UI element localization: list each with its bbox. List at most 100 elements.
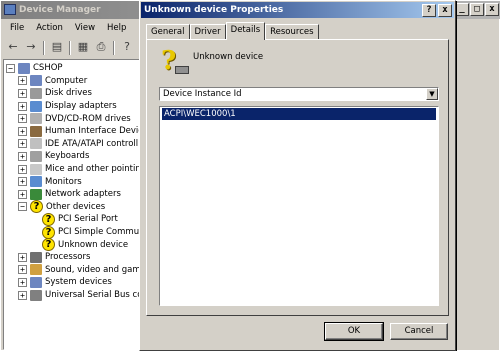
- disk-drive-icon: [30, 87, 42, 99]
- expand-icon[interactable]: +: [18, 189, 27, 199]
- tree-item-label: Processors: [45, 252, 91, 263]
- tree-item-label: Computer: [45, 75, 88, 86]
- tree-item[interactable]: + Processors: [18, 251, 90, 264]
- property-value-item[interactable]: ACPI\WEC1000\1: [162, 108, 436, 120]
- tab-details[interactable]: Details: [225, 22, 266, 40]
- dialog-help-button[interactable]: ?: [422, 4, 436, 17]
- expand-icon[interactable]: +: [18, 164, 27, 174]
- menu-file[interactable]: File: [5, 19, 29, 37]
- menu-action[interactable]: Action: [31, 19, 68, 37]
- back-arrow-icon[interactable]: ←: [5, 40, 21, 55]
- sound-icon: [30, 264, 42, 276]
- toolbar-separator: [113, 40, 115, 55]
- monitor-icon: [30, 176, 42, 188]
- menu-view[interactable]: View: [70, 19, 100, 37]
- tree-item[interactable]: + Universal Serial Bus con: [18, 289, 143, 302]
- tree-item-label: Human Interface Device: [45, 126, 143, 137]
- mouse-icon: [30, 163, 42, 175]
- tree-item[interactable]: ? PCI Simple Commun: [30, 225, 143, 239]
- expand-icon[interactable]: +: [18, 126, 27, 136]
- device-manager-title: Device Manager: [19, 5, 101, 15]
- dialog-title-bar[interactable]: Unknown device Properties ? x: [141, 2, 454, 18]
- network-adapter-icon: [30, 188, 42, 200]
- tree-item-label: PCI Serial Port: [58, 214, 118, 225]
- tree-item-label: Disk drives: [45, 88, 92, 99]
- ok-button[interactable]: OK: [324, 322, 384, 341]
- tree-item[interactable]: ? Unknown device: [30, 238, 128, 252]
- hid-icon: [30, 125, 42, 137]
- tree-item[interactable]: + System devices: [18, 276, 112, 289]
- device-tree[interactable]: − CSHOP + Computer + Disk drives + Display adap…: [3, 59, 143, 350]
- tree-item[interactable]: + Computer: [18, 75, 87, 88]
- toolbar: ← → ▤ ▦ ⎙ ?: [1, 39, 135, 56]
- tree-item[interactable]: − CSHOP: [6, 62, 63, 75]
- tree-item[interactable]: + DVD/CD-ROM drives: [18, 112, 131, 125]
- maximize-button[interactable]: □: [470, 3, 484, 16]
- expand-icon[interactable]: +: [18, 265, 27, 275]
- usb-icon: [30, 289, 42, 301]
- display-adapter-icon: [30, 100, 42, 112]
- collapse-icon[interactable]: −: [6, 63, 15, 73]
- expand-icon[interactable]: +: [18, 101, 27, 111]
- expand-icon[interactable]: +: [18, 252, 27, 262]
- dm-caption-buttons: _ □ x: [455, 3, 499, 16]
- close-button[interactable]: x: [485, 3, 499, 16]
- tree-item[interactable]: + Mice and other pointing: [18, 163, 142, 176]
- tree-item[interactable]: + Disk drives: [18, 87, 92, 100]
- dialog-caption-buttons: ? x: [422, 4, 452, 17]
- show-hide-tree-icon[interactable]: ▤: [49, 40, 65, 55]
- expand-icon[interactable]: +: [18, 139, 27, 149]
- print-icon[interactable]: ⎙: [93, 40, 109, 55]
- properties-icon[interactable]: ▦: [75, 40, 91, 55]
- tree-item[interactable]: + Sound, video and game: [18, 264, 142, 277]
- tab-general[interactable]: General: [146, 24, 190, 40]
- system-device-icon: [30, 276, 42, 288]
- tree-item[interactable]: + Human Interface Device: [18, 125, 143, 138]
- property-dropdown-value: Device Instance Id: [163, 89, 242, 99]
- property-value-list[interactable]: ACPI\WEC1000\1: [159, 106, 439, 306]
- computer-icon: [30, 75, 42, 87]
- tree-item-label: PCI Simple Commun: [58, 227, 143, 238]
- tab-resources[interactable]: Resources: [265, 24, 319, 40]
- tree-item-label: Monitors: [45, 176, 82, 187]
- tree-item[interactable]: + Display adapters: [18, 100, 117, 113]
- expand-icon[interactable]: +: [18, 114, 27, 124]
- expand-icon[interactable]: +: [18, 177, 27, 187]
- tab-driver[interactable]: Driver: [189, 24, 226, 40]
- warning-device-icon: ?: [42, 225, 55, 239]
- tree-item[interactable]: + Monitors: [18, 175, 82, 188]
- warning-device-icon: ?: [30, 200, 43, 214]
- unknown-device-icon: ?: [161, 48, 191, 78]
- tree-item-label: Display adapters: [45, 101, 117, 112]
- cancel-button[interactable]: Cancel: [390, 323, 448, 340]
- minimize-button[interactable]: _: [455, 3, 469, 16]
- tree-item[interactable]: + IDE ATA/ATAPI controll: [18, 138, 138, 151]
- dialog-title: Unknown device Properties: [144, 5, 284, 15]
- tree-item-label: Universal Serial Bus con: [45, 290, 143, 301]
- tree-item-label: Other devices: [46, 201, 106, 212]
- expand-icon[interactable]: +: [18, 151, 27, 161]
- tree-item[interactable]: −? Other devices: [18, 200, 106, 214]
- expand-icon[interactable]: +: [18, 290, 27, 300]
- cdrom-icon: [30, 113, 42, 125]
- collapse-icon[interactable]: −: [18, 202, 27, 212]
- toolbar-separator: [69, 40, 71, 55]
- expand-icon[interactable]: +: [18, 88, 27, 98]
- tree-item-label: CSHOP: [33, 63, 63, 74]
- chevron-down-icon[interactable]: ▼: [426, 88, 438, 100]
- properties-dialog: Unknown device Properties ? x General Dr…: [139, 0, 456, 351]
- dialog-close-button[interactable]: x: [438, 4, 452, 17]
- tree-item[interactable]: ? PCI Serial Port: [30, 212, 118, 226]
- computer-icon: [18, 62, 30, 74]
- expand-icon[interactable]: +: [18, 277, 27, 287]
- help-icon[interactable]: ?: [119, 40, 135, 55]
- keyboard-icon: [30, 150, 42, 162]
- tab-strip: General Driver Details Resources: [146, 22, 319, 40]
- property-dropdown[interactable]: Device Instance Id ▼: [159, 87, 439, 101]
- expand-icon[interactable]: +: [18, 76, 27, 86]
- menu-help[interactable]: Help: [102, 19, 131, 37]
- forward-arrow-icon[interactable]: →: [23, 40, 39, 55]
- tree-item[interactable]: + Network adapters: [18, 188, 121, 201]
- warning-device-icon: ?: [42, 212, 55, 226]
- tree-item[interactable]: + Keyboards: [18, 150, 89, 163]
